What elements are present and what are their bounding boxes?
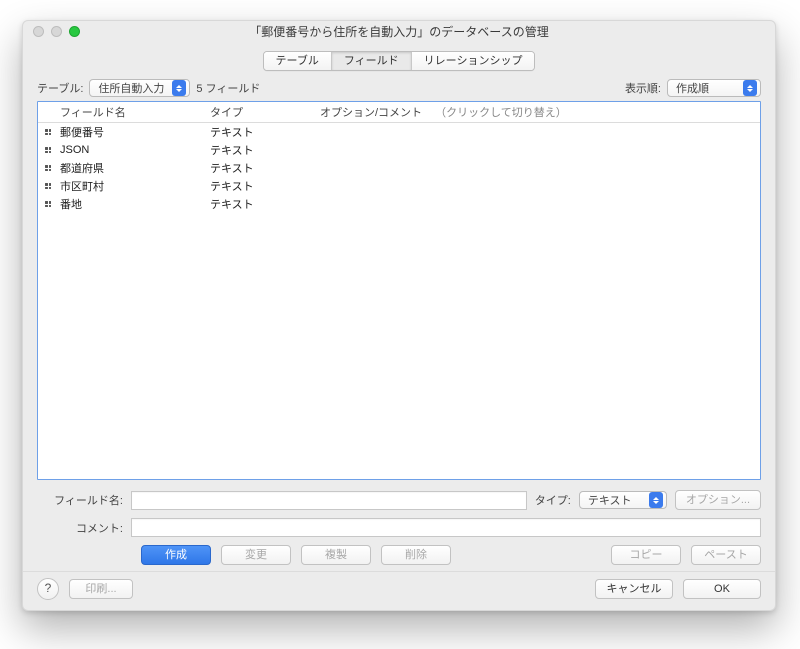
updown-icon [743, 80, 757, 96]
tab-tables[interactable]: テーブル [264, 52, 332, 70]
col-header-name[interactable]: フィールド名 [58, 104, 210, 120]
view-order-value: 作成順 [676, 80, 709, 96]
table-row[interactable]: 番地テキスト [38, 195, 760, 213]
traffic-lights [33, 26, 80, 37]
field-type-cell: テキスト [210, 160, 320, 176]
delete-button[interactable]: 削除 [381, 545, 451, 565]
field-type-cell: テキスト [210, 178, 320, 194]
drag-handle-icon[interactable] [38, 183, 58, 189]
type-popup[interactable]: テキスト [579, 491, 667, 509]
manage-database-window: 「郵便番号から住所を自動入力」のデータベースの管理 テーブル フィールド リレー… [22, 20, 776, 611]
table-label: テーブル: [37, 80, 83, 96]
field-list: フィールド名 タイプ オプション/コメント （クリックして切り替え） 郵便番号テ… [37, 101, 761, 480]
footer: ? 印刷... キャンセル OK [23, 571, 775, 610]
field-name-cell: 郵便番号 [58, 124, 210, 140]
zoom-icon[interactable] [69, 26, 80, 37]
table-selector-row: テーブル: 住所自動入力 5 フィールド 表示順: 作成順 [23, 77, 775, 101]
drag-handle-icon[interactable] [38, 129, 58, 135]
top-tabs: テーブル フィールド リレーションシップ [263, 51, 536, 71]
duplicate-button[interactable]: 複製 [301, 545, 371, 565]
comment-input[interactable] [131, 518, 761, 537]
table-popup[interactable]: 住所自動入力 [89, 79, 190, 97]
tab-relationships[interactable]: リレーションシップ [412, 52, 535, 70]
view-order-popup[interactable]: 作成順 [667, 79, 761, 97]
field-type-cell: テキスト [210, 142, 320, 158]
field-name-cell: JSON [58, 144, 210, 156]
action-buttons: 作成 変更 複製 削除 コピー ペースト [23, 543, 775, 571]
field-type-cell: テキスト [210, 124, 320, 140]
table-popup-value: 住所自動入力 [98, 80, 164, 96]
view-order-label: 表示順: [625, 80, 661, 96]
col-header-type[interactable]: タイプ [210, 104, 320, 120]
table-row[interactable]: 市区町村テキスト [38, 177, 760, 195]
field-name-label: フィールド名: [37, 492, 123, 508]
field-name-cell: 番地 [58, 196, 210, 212]
table-row[interactable]: 都道府県テキスト [38, 159, 760, 177]
field-form: フィールド名: タイプ: テキスト オプション... コメント: [23, 480, 775, 543]
change-button[interactable]: 変更 [221, 545, 291, 565]
updown-icon [649, 492, 663, 508]
print-button[interactable]: 印刷... [69, 579, 133, 599]
col-header-options[interactable]: オプション/コメント （クリックして切り替え） [320, 104, 760, 120]
options-button[interactable]: オプション... [675, 490, 761, 510]
field-list-body[interactable]: 郵便番号テキストJSONテキスト都道府県テキスト市区町村テキスト番地テキスト [38, 123, 760, 479]
comment-label: コメント: [37, 520, 123, 536]
minimize-icon[interactable] [51, 26, 62, 37]
table-row[interactable]: JSONテキスト [38, 141, 760, 159]
updown-icon [172, 80, 186, 96]
field-name-cell: 都道府県 [58, 160, 210, 176]
help-button[interactable]: ? [37, 578, 59, 600]
type-popup-value: テキスト [588, 492, 632, 508]
field-type-cell: テキスト [210, 196, 320, 212]
drag-handle-icon[interactable] [38, 147, 58, 153]
close-icon[interactable] [33, 26, 44, 37]
field-name-cell: 市区町村 [58, 178, 210, 194]
drag-handle-icon[interactable] [38, 201, 58, 207]
field-count: 5 フィールド [196, 80, 260, 96]
paste-button[interactable]: ペースト [691, 545, 761, 565]
create-button[interactable]: 作成 [141, 545, 211, 565]
copy-button[interactable]: コピー [611, 545, 681, 565]
window-title: 「郵便番号から住所を自動入力」のデータベースの管理 [23, 21, 775, 43]
ok-button[interactable]: OK [683, 579, 761, 599]
tabs-row: テーブル フィールド リレーションシップ [23, 43, 775, 77]
table-row[interactable]: 郵便番号テキスト [38, 123, 760, 141]
field-name-input[interactable] [131, 491, 527, 510]
type-label: タイプ: [535, 492, 571, 508]
titlebar: 「郵便番号から住所を自動入力」のデータベースの管理 [23, 21, 775, 43]
tab-fields[interactable]: フィールド [332, 52, 412, 70]
cancel-button[interactable]: キャンセル [595, 579, 673, 599]
drag-handle-icon[interactable] [38, 165, 58, 171]
field-list-header: フィールド名 タイプ オプション/コメント （クリックして切り替え） [38, 102, 760, 123]
